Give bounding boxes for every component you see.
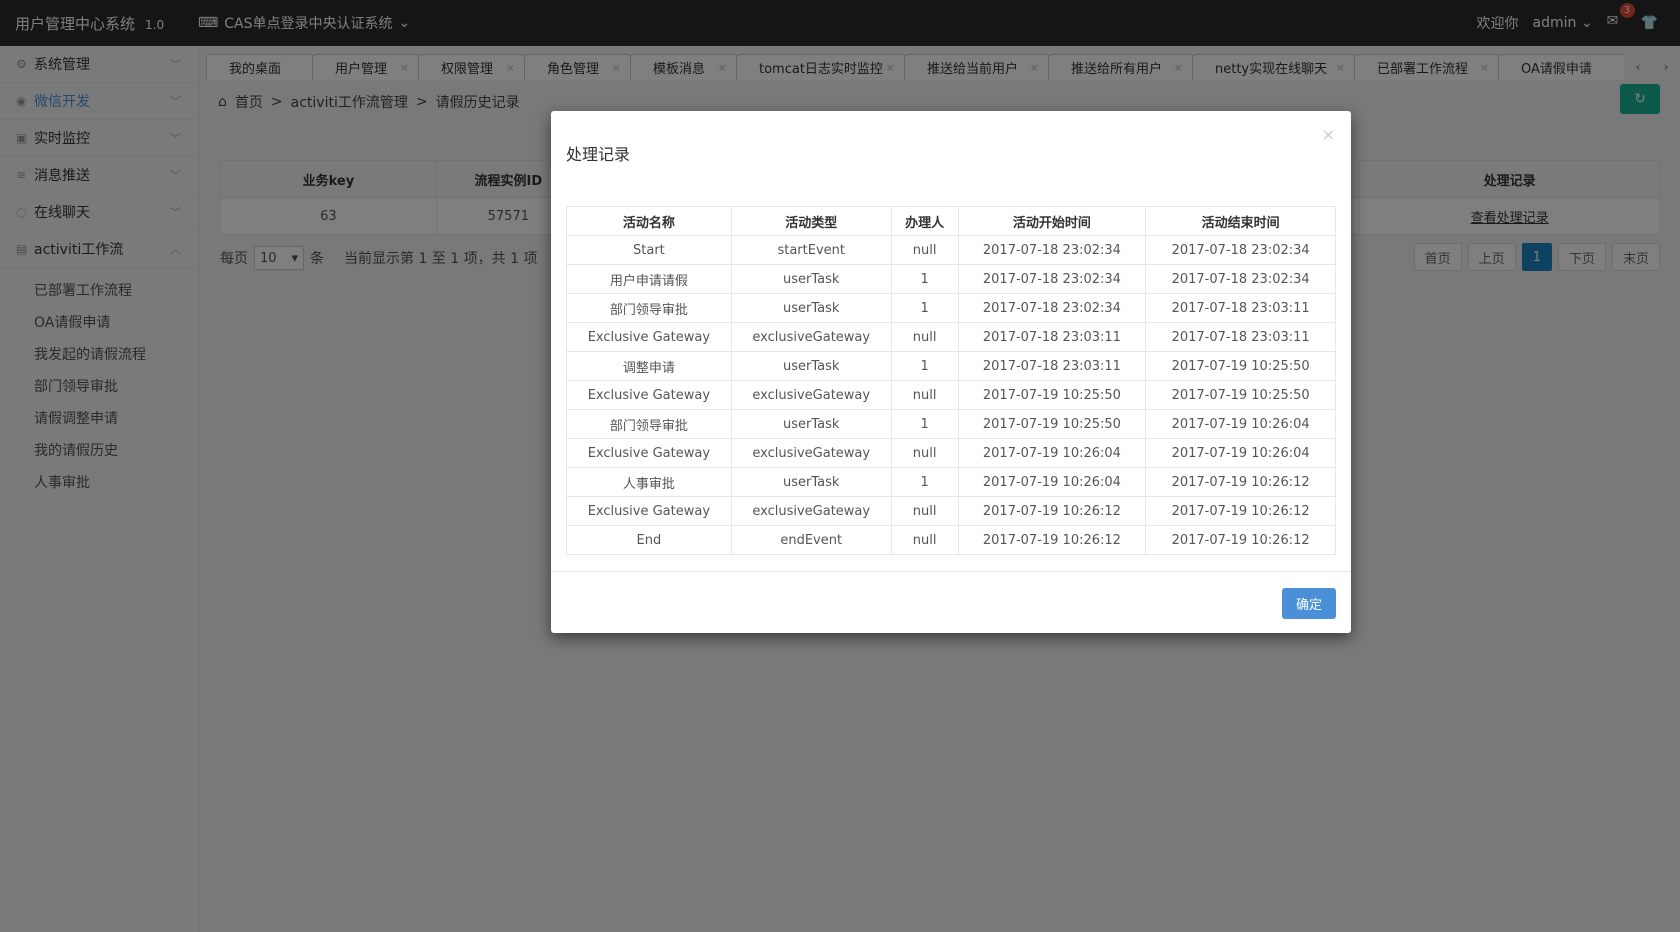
close-icon[interactable]: × (1322, 125, 1335, 144)
table-cell: null (890, 525, 959, 555)
table-cell: 2017-07-19 10:26:12 (1145, 525, 1336, 555)
table-cell: Exclusive Gateway (566, 438, 732, 468)
table-row: 部门领导审批 userTask 1 2017-07-18 23:02:34 2017-0… (566, 293, 1336, 323)
table-cell: 调整申请 (566, 351, 732, 381)
table-cell: 2017-07-19 10:26:12 (1145, 496, 1336, 526)
table-cell: 2017-07-18 23:02:34 (957, 235, 1147, 265)
records-modal: × 处理记录 活动名称 活动类型 办理人 活动开始时间 活动结束时间 Start… (551, 111, 1351, 633)
table-cell: 2017-07-18 23:03:11 (957, 322, 1147, 352)
table-cell: exclusiveGateway (730, 380, 892, 410)
table-row: Exclusive Gateway exclusiveGateway null 201… (566, 496, 1336, 526)
table-cell: exclusiveGateway (730, 496, 892, 526)
table-cell: userTask (730, 467, 892, 497)
table-header: 活动开始时间 (957, 206, 1147, 236)
table-cell: userTask (730, 351, 892, 381)
table-cell: startEvent (730, 235, 892, 265)
table-cell: 2017-07-19 10:25:50 (1145, 351, 1336, 381)
table-cell: 2017-07-19 10:26:12 (1145, 467, 1336, 497)
table-cell: 人事审批 (566, 467, 732, 497)
table-cell: Exclusive Gateway (566, 322, 732, 352)
table-cell: 2017-07-18 23:03:11 (957, 351, 1147, 381)
records-table-body: Start startEvent null 2017-07-18 23:02:34 20… (566, 235, 1336, 555)
table-cell: 1 (890, 467, 959, 497)
table-cell: userTask (730, 293, 892, 323)
table-header: 办理人 (890, 206, 959, 236)
modal-footer-divider (551, 571, 1351, 572)
table-cell: exclusiveGateway (730, 322, 892, 352)
table-header: 活动名称 (566, 206, 732, 236)
table-cell: 2017-07-18 23:02:34 (957, 293, 1147, 323)
table-cell: 1 (890, 264, 959, 294)
table-cell: null (890, 496, 959, 526)
table-row: 人事审批 userTask 1 2017-07-19 10:26:04 2017-07-… (566, 467, 1336, 497)
table-header-row: 活动名称 活动类型 办理人 活动开始时间 活动结束时间 (566, 206, 1336, 236)
table-cell: 2017-07-19 10:26:04 (957, 467, 1147, 497)
modal-title: 处理记录 (566, 145, 631, 164)
table-cell: 2017-07-19 10:25:50 (957, 409, 1147, 439)
table-row: 部门领导审批 userTask 1 2017-07-19 10:25:50 2017-0… (566, 409, 1336, 439)
table-cell: userTask (730, 409, 892, 439)
table-row: Exclusive Gateway exclusiveGateway null 201… (566, 438, 1336, 468)
confirm-button[interactable]: 确定 (1282, 588, 1336, 619)
table-cell: null (890, 322, 959, 352)
table-cell: 2017-07-19 10:25:50 (957, 380, 1147, 410)
table-cell: 1 (890, 293, 959, 323)
table-cell: 用户申请请假 (566, 264, 732, 294)
table-header: 活动结束时间 (1145, 206, 1336, 236)
table-cell: endEvent (730, 525, 892, 555)
table-cell: 2017-07-19 10:26:04 (1145, 409, 1336, 439)
table-cell: 2017-07-19 10:26:04 (957, 438, 1147, 468)
table-row: 用户申请请假 userTask 1 2017-07-18 23:02:34 2017-0… (566, 264, 1336, 294)
table-cell: 2017-07-18 23:03:11 (1145, 293, 1336, 323)
table-row: 调整申请 userTask 1 2017-07-18 23:03:11 2017-07-… (566, 351, 1336, 381)
table-cell: Exclusive Gateway (566, 380, 732, 410)
table-row: End endEvent null 2017-07-19 10:26:12 2017-0… (566, 525, 1336, 555)
table-cell: exclusiveGateway (730, 438, 892, 468)
table-cell: 2017-07-19 10:26:12 (957, 496, 1147, 526)
table-cell: 2017-07-18 23:02:34 (957, 264, 1147, 294)
table-cell: 部门领导审批 (566, 293, 732, 323)
table-cell: 2017-07-18 23:03:11 (1145, 322, 1336, 352)
table-cell: Exclusive Gateway (566, 496, 732, 526)
table-cell: 部门领导审批 (566, 409, 732, 439)
table-cell: 1 (890, 409, 959, 439)
table-row: Start startEvent null 2017-07-18 23:02:34 20… (566, 235, 1336, 265)
table-cell: null (890, 380, 959, 410)
table-cell: null (890, 438, 959, 468)
table-cell: 1 (890, 351, 959, 381)
table-cell: 2017-07-18 23:02:34 (1145, 264, 1336, 294)
records-table: 活动名称 活动类型 办理人 活动开始时间 活动结束时间 Start startEv… (566, 206, 1336, 555)
table-cell: Start (566, 235, 732, 265)
table-cell: 2017-07-19 10:25:50 (1145, 380, 1336, 410)
table-header: 活动类型 (730, 206, 892, 236)
table-cell: userTask (730, 264, 892, 294)
table-cell: null (890, 235, 959, 265)
table-row: Exclusive Gateway exclusiveGateway null 201… (566, 380, 1336, 410)
table-cell: 2017-07-18 23:02:34 (1145, 235, 1336, 265)
table-row: Exclusive Gateway exclusiveGateway null 201… (566, 322, 1336, 352)
table-cell: End (566, 525, 732, 555)
table-cell: 2017-07-19 10:26:12 (957, 525, 1147, 555)
table-cell: 2017-07-19 10:26:04 (1145, 438, 1336, 468)
